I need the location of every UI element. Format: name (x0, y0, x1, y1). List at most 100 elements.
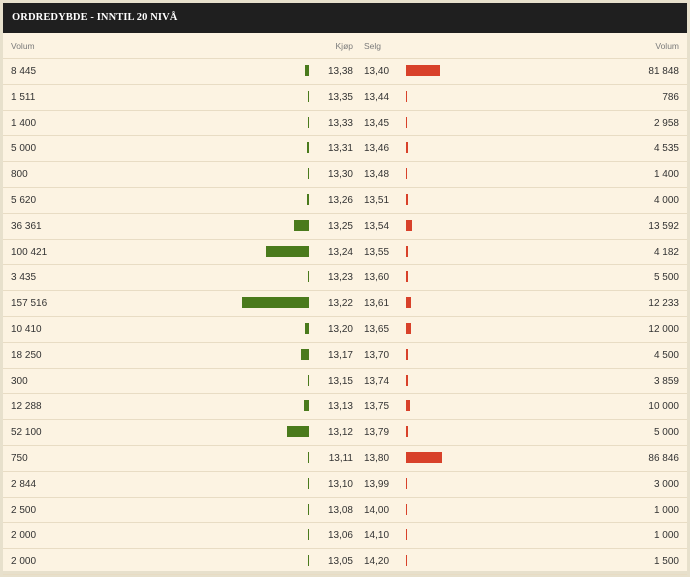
ask-volume-bar (406, 348, 408, 360)
bid-price-cell: 13,05 (327, 556, 353, 568)
ask-volume-cell: 1 400 (653, 169, 679, 181)
bid-price-cell: 13,35 (327, 91, 353, 103)
ask-volume-cell: 4 000 (653, 194, 679, 206)
ask-price-cell: 13,46 (364, 143, 390, 155)
ask-volume-bar (406, 90, 407, 102)
ask-volume-bar (406, 168, 407, 180)
order-level-row: 157 516 13,22 13,61 12 233 (3, 291, 687, 317)
bid-volume-cell: 100 421 (11, 246, 48, 258)
bid-volume-cell: 800 (11, 169, 28, 181)
ask-price-cell: 13,40 (364, 66, 390, 77)
ask-price-cell: 13,61 (364, 298, 390, 310)
bid-volume-bar (287, 426, 309, 438)
order-level-row: 8 445 13,38 13,40 81 848 (3, 59, 687, 85)
ask-price-cell: 14,10 (364, 530, 390, 542)
bid-volume-cell: 3 435 (11, 272, 37, 284)
bid-volume-bar (305, 322, 309, 334)
order-level-row: 52 100 13,12 13,79 5 000 (3, 420, 687, 446)
ask-price-cell: 13,51 (364, 194, 390, 206)
bid-price-cell: 13,15 (327, 375, 353, 387)
ask-volume-bar (406, 271, 408, 283)
bid-volume-bar (308, 168, 309, 180)
bid-volume-bar (308, 271, 309, 283)
ask-volume-cell: 4 182 (653, 246, 679, 258)
order-depth-panel: ORDREDYBDE - INNTIL 20 NIVÅ Volum Kjøp S… (3, 3, 687, 575)
ask-volume-cell: 12 233 (648, 298, 679, 310)
ask-volume-bar (406, 426, 408, 438)
order-level-row: 18 250 13,17 13,70 4 500 (3, 343, 687, 369)
bid-price-cell: 13,38 (327, 66, 353, 77)
bid-price-cell: 13,31 (327, 143, 353, 155)
bid-volume-cell: 10 410 (11, 323, 42, 335)
ask-volume-cell: 5 000 (653, 427, 679, 439)
bid-volume-bar (304, 400, 309, 412)
order-level-row: 10 410 13,20 13,65 12 000 (3, 317, 687, 343)
order-level-row: 2 500 13,08 14,00 1 000 (3, 498, 687, 524)
ask-price-cell: 13,55 (364, 246, 390, 258)
ask-volume-cell: 3 000 (653, 478, 679, 490)
ask-volume-cell: 786 (662, 91, 679, 103)
bid-price-cell: 13,30 (327, 169, 353, 181)
order-level-row: 36 361 13,25 13,54 13 592 (3, 214, 687, 240)
ask-volume-cell: 12 000 (648, 323, 679, 335)
ask-volume-cell: 1 000 (653, 530, 679, 542)
ask-volume-cell: 13 592 (648, 220, 679, 232)
ask-volume-cell: 1 500 (653, 556, 679, 568)
order-level-row: 2 000 13,06 14,10 1 000 (3, 523, 687, 550)
bid-volume-bar (305, 65, 309, 76)
ask-volume-bar (406, 322, 411, 334)
bid-volume-bar (308, 116, 309, 128)
ask-volume-cell: 5 500 (653, 272, 679, 284)
bid-volume-bar (307, 142, 309, 154)
bid-volume-bar (308, 451, 309, 463)
bid-price-column-header: Kjøp (335, 41, 353, 51)
bid-price-cell: 13,10 (327, 478, 353, 490)
ask-volume-bar (406, 116, 407, 128)
order-level-row: 5 620 13,26 13,51 4 000 (3, 188, 687, 214)
bid-volume-column-header: Volum (11, 41, 35, 51)
ask-price-cell: 13,60 (364, 272, 390, 284)
ask-price-cell: 13,79 (364, 427, 390, 439)
order-level-row: 12 288 13,13 13,75 10 000 (3, 394, 687, 421)
ask-volume-bar (406, 503, 407, 515)
ask-volume-bar (406, 142, 408, 154)
bid-price-cell: 13,12 (327, 427, 353, 439)
ask-price-cell: 13,99 (364, 478, 390, 490)
bid-price-cell: 13,24 (327, 246, 353, 258)
bid-price-cell: 13,17 (327, 349, 353, 361)
ask-volume-bar (406, 65, 440, 76)
bid-volume-cell: 1 511 (11, 91, 36, 103)
ask-volume-cell: 3 859 (653, 375, 679, 387)
order-level-row: 2 000 13,05 14,20 1 500 (3, 549, 687, 575)
order-level-row: 300 13,15 13,74 3 859 (3, 369, 687, 395)
ask-volume-bar (406, 219, 412, 231)
ask-volume-cell: 4 500 (653, 349, 679, 361)
panel-title: ORDREDYBDE - INNTIL 20 NIVÅ (3, 3, 687, 33)
bid-volume-bar (308, 529, 309, 541)
bid-volume-cell: 2 000 (11, 556, 37, 568)
order-level-row: 100 421 13,24 13,55 4 182 (3, 240, 687, 266)
ask-price-cell: 14,20 (364, 556, 390, 568)
ask-price-cell: 13,75 (364, 401, 390, 413)
bid-price-cell: 13,13 (327, 401, 353, 413)
order-level-row: 1 400 13,33 13,45 2 958 (3, 111, 687, 137)
bid-volume-cell: 5 620 (11, 194, 37, 206)
ask-volume-bar (406, 400, 410, 412)
column-header-row: Volum Kjøp Selg Volum (3, 33, 687, 59)
bid-volume-cell: 750 (11, 452, 28, 464)
ask-price-cell: 13,80 (364, 452, 390, 464)
ask-volume-bar (406, 451, 442, 463)
bid-volume-cell: 157 516 (11, 298, 48, 310)
bid-volume-cell: 18 250 (11, 349, 42, 361)
bid-price-cell: 13,06 (327, 530, 353, 542)
bid-volume-cell: 2 500 (11, 504, 37, 516)
bid-volume-cell: 300 (11, 375, 28, 387)
bid-volume-bar (308, 374, 309, 386)
ask-price-column-header: Selg (364, 41, 382, 51)
ask-volume-bar (406, 245, 408, 257)
bid-volume-bar (308, 503, 309, 515)
order-level-row: 800 13,30 13,48 1 400 (3, 162, 687, 188)
bid-volume-cell: 2 844 (11, 478, 37, 490)
bid-volume-cell: 36 361 (11, 220, 42, 232)
bid-volume-bar (308, 555, 309, 567)
